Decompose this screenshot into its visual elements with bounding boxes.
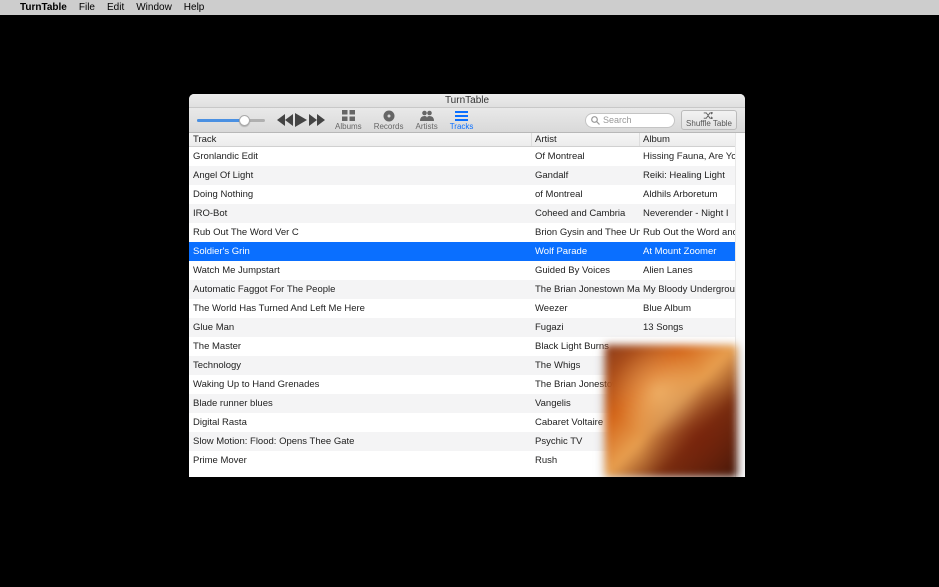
table-row[interactable]: Watch Me JumpstartGuided By VoicesAlien … xyxy=(189,261,745,280)
window-title: TurnTable xyxy=(445,95,489,106)
cell-artist: Guided By Voices xyxy=(532,261,640,280)
cell-album: Alien Lanes xyxy=(640,261,745,280)
cell-artist: Brion Gysin and Thee Uncertain xyxy=(532,223,640,242)
window-titlebar[interactable]: TurnTable xyxy=(189,94,745,108)
records-icon xyxy=(382,110,396,122)
search-icon xyxy=(591,116,600,125)
cell-artist: Fugazi xyxy=(532,318,640,337)
toolbar: Albums Records Artists Tracks Search Shu… xyxy=(189,108,745,133)
cell-artist: Coheed and Cambria xyxy=(532,204,640,223)
cell-track: Angel Of Light xyxy=(189,166,532,185)
album-art-popup[interactable] xyxy=(605,345,737,477)
view-artists[interactable]: Artists xyxy=(415,110,437,131)
shuffle-label: Shuffle Table xyxy=(686,119,732,128)
play-button[interactable] xyxy=(295,113,307,127)
playback-controls xyxy=(277,113,325,127)
view-artists-label: Artists xyxy=(415,122,437,131)
table-row[interactable]: Gronlandic EditOf MontrealHissing Fauna,… xyxy=(189,147,745,166)
search-placeholder: Search xyxy=(603,115,632,125)
cell-track: Slow Motion: Flood: Opens Thee Gate xyxy=(189,432,532,451)
column-artist[interactable]: Artist xyxy=(532,133,640,146)
cell-track: Prime Mover xyxy=(189,451,532,470)
cell-track: Digital Rasta xyxy=(189,413,532,432)
table-row[interactable]: Doing Nothingof MontrealAldhils Arboretu… xyxy=(189,185,745,204)
table-row[interactable]: Rub Out The Word Ver CBrion Gysin and Th… xyxy=(189,223,745,242)
cell-artist: Gandalf xyxy=(532,166,640,185)
table-row[interactable]: Glue ManFugazi13 Songs xyxy=(189,318,745,337)
cell-track: IRO-Bot xyxy=(189,204,532,223)
view-switcher: Albums Records Artists Tracks xyxy=(335,110,473,131)
menu-window[interactable]: Window xyxy=(136,2,172,13)
cell-track: Rub Out The Word Ver C xyxy=(189,223,532,242)
cell-track: The World Has Turned And Left Me Here xyxy=(189,299,532,318)
app-window: TurnTable Albums Records Artists xyxy=(189,94,745,477)
volume-fill xyxy=(197,119,241,122)
previous-button[interactable] xyxy=(277,114,293,126)
app-menu[interactable]: TurnTable xyxy=(20,2,67,13)
cell-artist: Wolf Parade xyxy=(532,242,640,261)
menu-file[interactable]: File xyxy=(79,2,95,13)
view-albums-label: Albums xyxy=(335,122,362,131)
system-menubar: TurnTable File Edit Window Help xyxy=(0,0,939,15)
menu-help[interactable]: Help xyxy=(184,2,205,13)
column-album[interactable]: Album xyxy=(640,133,745,146)
shuffle-button[interactable]: Shuffle Table xyxy=(681,110,737,130)
table-row[interactable]: IRO-BotCoheed and CambriaNeverender - Ni… xyxy=(189,204,745,223)
cell-album: Aldhils Arboretum xyxy=(640,185,745,204)
table-header: Track Artist Album xyxy=(189,133,745,147)
view-tracks-label: Tracks xyxy=(450,122,474,131)
cell-track: Soldier's Grin xyxy=(189,242,532,261)
view-records-label: Records xyxy=(374,122,404,131)
view-albums[interactable]: Albums xyxy=(335,110,362,131)
artists-icon xyxy=(420,110,434,122)
search-input[interactable]: Search xyxy=(585,113,675,128)
volume-slider[interactable] xyxy=(197,119,265,122)
table-row[interactable]: Automatic Faggot For The PeopleThe Brian… xyxy=(189,280,745,299)
volume-thumb[interactable] xyxy=(239,115,250,126)
cell-track: Watch Me Jumpstart xyxy=(189,261,532,280)
cell-track: Automatic Faggot For The People xyxy=(189,280,532,299)
cell-album: Reiki: Healing Light xyxy=(640,166,745,185)
cell-track: Blade runner blues xyxy=(189,394,532,413)
table-row[interactable]: Angel Of LightGandalfReiki: Healing Ligh… xyxy=(189,166,745,185)
cell-track: Gronlandic Edit xyxy=(189,147,532,166)
cell-artist: Weezer xyxy=(532,299,640,318)
cell-album: Hissing Fauna, Are You the Destroyer? xyxy=(640,147,745,166)
column-track[interactable]: Track xyxy=(189,133,532,146)
cell-track: Doing Nothing xyxy=(189,185,532,204)
cell-album: Rub Out the Word and Cut Ups xyxy=(640,223,745,242)
cell-track: Technology xyxy=(189,356,532,375)
cell-album: My Bloody Underground xyxy=(640,280,745,299)
view-records[interactable]: Records xyxy=(374,110,404,131)
cell-track: Waking Up to Hand Grenades xyxy=(189,375,532,394)
view-tracks[interactable]: Tracks xyxy=(450,110,474,131)
tracks-icon xyxy=(455,110,469,122)
table-row[interactable]: The World Has Turned And Left Me HereWee… xyxy=(189,299,745,318)
shuffle-icon xyxy=(703,112,715,119)
albums-icon xyxy=(341,110,355,122)
cell-artist: Of Montreal xyxy=(532,147,640,166)
cell-artist: The Brian Jonestown Massacre xyxy=(532,280,640,299)
menu-edit[interactable]: Edit xyxy=(107,2,124,13)
cell-track: Glue Man xyxy=(189,318,532,337)
cell-album: Blue Album xyxy=(640,299,745,318)
cell-track: The Master xyxy=(189,337,532,356)
cell-artist: of Montreal xyxy=(532,185,640,204)
cell-album: At Mount Zoomer xyxy=(640,242,745,261)
next-button[interactable] xyxy=(309,114,325,126)
cell-album: Neverender - Night I xyxy=(640,204,745,223)
table-row[interactable]: Soldier's GrinWolf ParadeAt Mount Zoomer xyxy=(189,242,745,261)
cell-album: 13 Songs xyxy=(640,318,745,337)
